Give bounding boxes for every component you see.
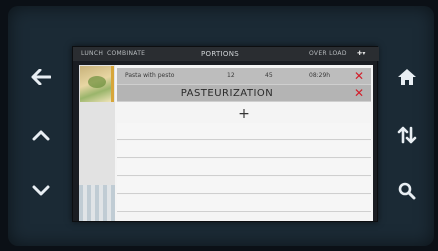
add-step-button[interactable]: + [117, 105, 371, 123]
pasteurization-row[interactable]: PASTEURIZATION ✕ [117, 85, 371, 102]
arrow-left-icon [31, 69, 51, 85]
program-list: Pasta with pesto 12 45 08:29h ✕ PASTEURI… [79, 65, 373, 221]
recipe-time: 08:29h [309, 72, 331, 79]
chevron-down-icon [32, 185, 50, 196]
empty-row [117, 195, 371, 212]
recipe-name: Pasta with pesto [125, 72, 175, 79]
home-icon [398, 69, 416, 85]
back-button[interactable] [26, 62, 56, 92]
recipe-thumbnail-image[interactable] [80, 66, 114, 102]
topbar-arrows-icon: ✚▾ [357, 50, 366, 57]
decorative-stripe [79, 185, 115, 221]
recipe-value-2: 45 [265, 72, 273, 79]
page-title: PORTIONS [201, 50, 240, 58]
recipe-thumbnail-column [79, 65, 115, 221]
display-screen: LUNCH COMBINATE PORTIONS OVER LOAD ✚▾ Pa… [72, 46, 379, 222]
empty-row [117, 141, 371, 158]
pasteurization-label: PASTEURIZATION [180, 88, 274, 99]
sort-arrows-icon [397, 126, 417, 144]
scroll-up-button[interactable] [26, 120, 56, 150]
home-button[interactable] [392, 62, 422, 92]
topbar-left-label: LUNCH [81, 50, 104, 57]
topbar-right-label: OVER LOAD [309, 50, 347, 57]
empty-row [117, 159, 371, 176]
search-icon [398, 182, 416, 200]
scroll-down-button[interactable] [26, 176, 56, 206]
top-status-bar: LUNCH COMBINATE PORTIONS OVER LOAD ✚▾ [73, 47, 379, 61]
sort-button[interactable] [392, 120, 422, 150]
delete-recipe-button[interactable]: ✕ [353, 70, 365, 82]
recipe-row[interactable]: Pasta with pesto 12 45 08:29h ✕ [117, 68, 371, 85]
empty-row [117, 177, 371, 194]
empty-row [117, 123, 371, 140]
recipe-value-1: 12 [227, 72, 235, 79]
delete-pasteurization-button[interactable]: ✕ [353, 87, 365, 99]
chevron-up-icon [32, 130, 50, 141]
search-button[interactable] [392, 176, 422, 206]
topbar-left-label-2: COMBINATE [107, 50, 146, 57]
